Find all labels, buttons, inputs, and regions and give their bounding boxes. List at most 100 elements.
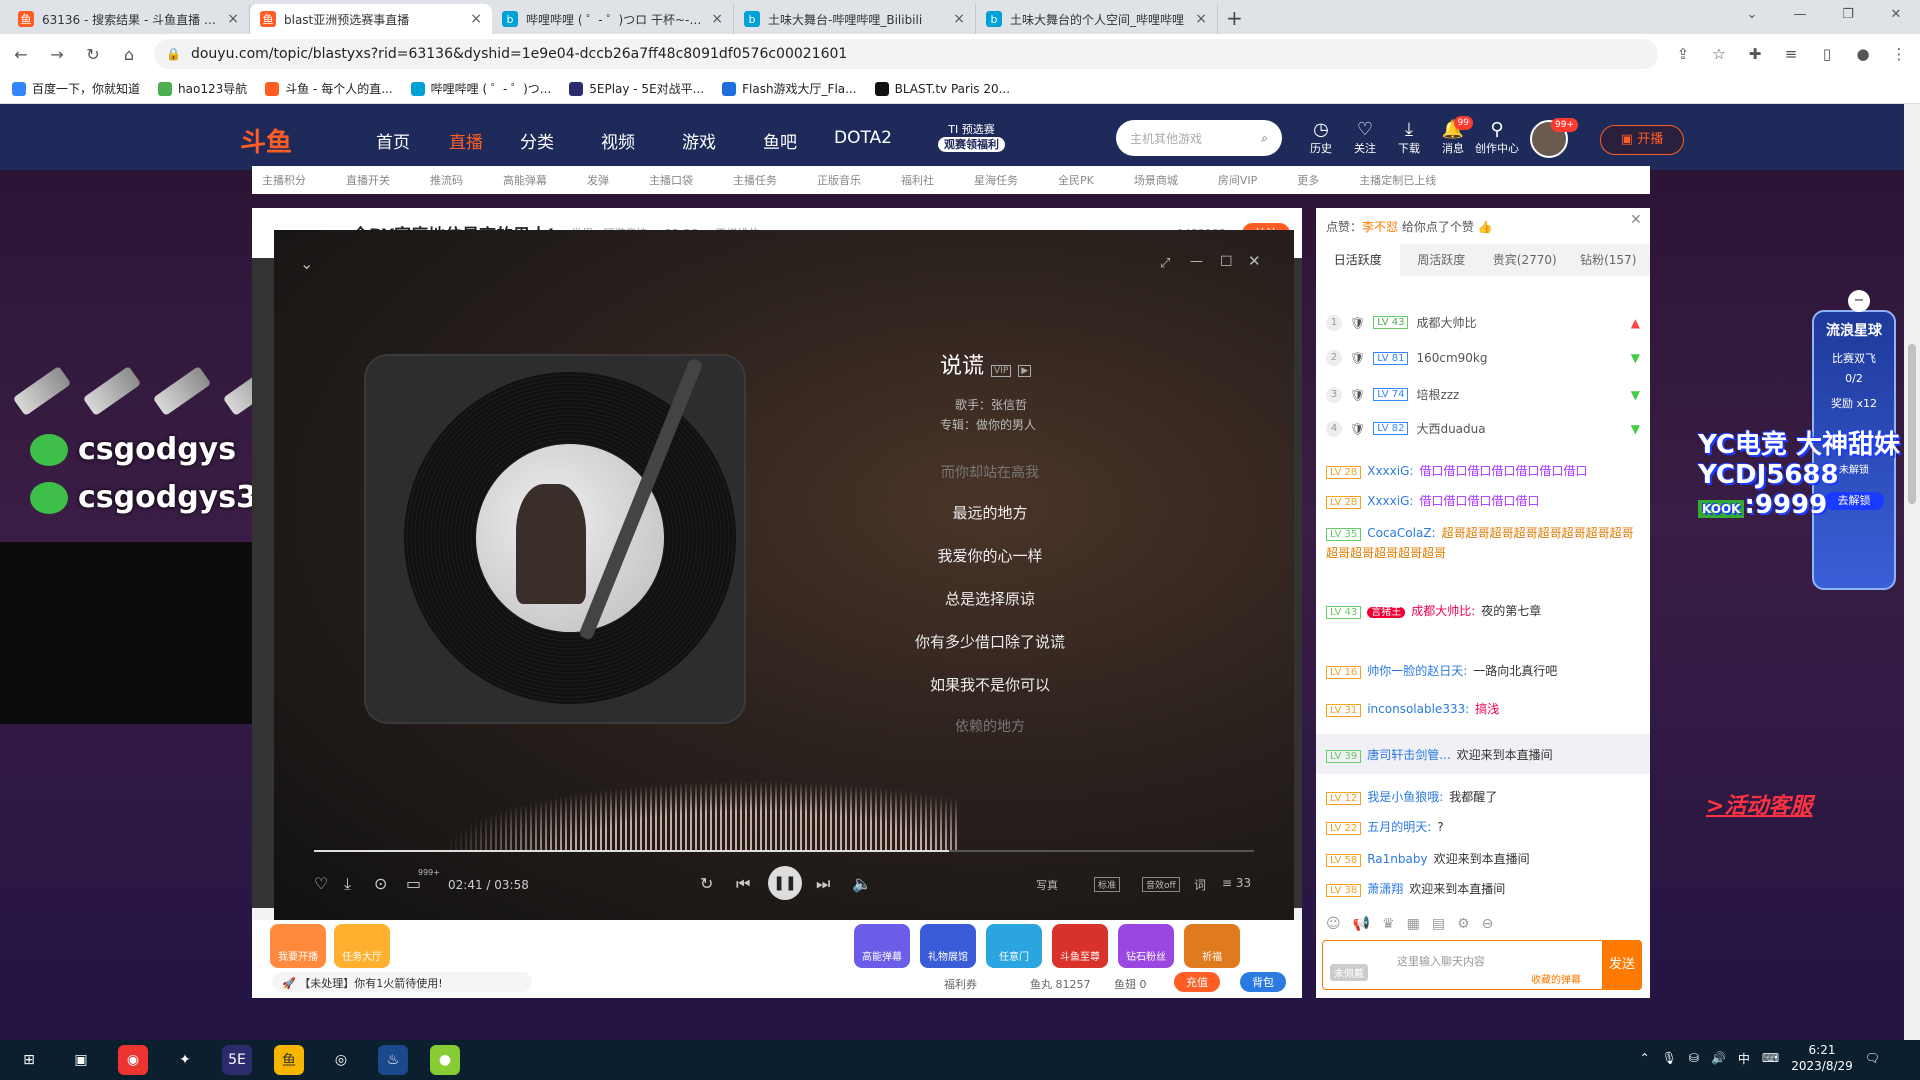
media-icon[interactable]: ≡ — [1780, 45, 1802, 63]
pause-button[interactable]: ❚❚ — [768, 866, 802, 900]
playlist-button[interactable]: ≡ 33 — [1222, 876, 1251, 890]
chat-username[interactable]: 唐司轩击剑管... — [1367, 748, 1450, 762]
sound-effect-toggle[interactable]: 音效off — [1142, 877, 1180, 892]
close-tab-icon[interactable]: × — [953, 11, 965, 27]
like-song-icon[interactable]: ♡ — [314, 874, 328, 893]
nav-games[interactable]: 游戏 — [682, 128, 716, 153]
app-icon[interactable]: ✦ — [170, 1045, 200, 1075]
chat-username[interactable]: CocaColaZ: — [1367, 526, 1435, 540]
tab-diamond-fans[interactable]: 钻粉(157) — [1567, 244, 1651, 276]
follow-button[interactable]: ♡ 关注 — [1343, 120, 1387, 156]
nav-category[interactable]: 分类 — [520, 128, 554, 153]
share-icon[interactable]: ⇪ — [1672, 45, 1694, 63]
forward-icon[interactable]: → — [46, 45, 68, 64]
chat-input[interactable]: 这里输入聊天内容 收藏的弹幕 — [1322, 940, 1642, 990]
anchor-tool[interactable]: 更多 — [1297, 172, 1319, 188]
filter-icon[interactable]: ▦ — [1407, 916, 1420, 932]
extensions-icon[interactable]: ✚ — [1744, 45, 1766, 63]
minimize-player-icon[interactable]: — — [1190, 254, 1203, 269]
gift-item[interactable]: 礼物展馆 — [920, 924, 976, 968]
rank-row[interactable]: 2 🛡 LV 81 160cm90kg ▼ — [1326, 350, 1640, 366]
quality-select[interactable]: 标准 — [1094, 877, 1121, 892]
download-song-icon[interactable]: ⤓ — [344, 874, 351, 894]
fan-icon[interactable]: ♛ — [1382, 916, 1395, 932]
anchor-tool[interactable]: 主播口袋 — [649, 172, 693, 188]
new-tab-button[interactable]: + — [1226, 4, 1243, 34]
recharge-button[interactable]: 充值 — [1174, 972, 1220, 992]
anchor-tool[interactable]: 正版音乐 — [817, 172, 861, 188]
next-icon[interactable]: ⏭ — [816, 874, 830, 894]
menu-icon[interactable]: ⋮ — [1888, 45, 1910, 63]
mic-icon[interactable]: 🎙 — [1662, 1051, 1677, 1065]
chrome-icon[interactable]: ◉ — [118, 1045, 148, 1075]
notification-icon[interactable]: 🗨 — [1865, 1051, 1880, 1065]
5e-icon[interactable]: 5E — [222, 1045, 252, 1075]
history-button[interactable]: ◷ 历史 — [1299, 120, 1343, 156]
speaker-icon[interactable]: 📢 — [1353, 916, 1370, 932]
browser-tab-active[interactable]: 鱼 blast亚洲预选赛事直播 × — [250, 4, 492, 34]
page-scrollbar[interactable] — [1904, 104, 1920, 1040]
nav-live[interactable]: 直播 — [449, 128, 483, 153]
tab-daily-activity[interactable]: 日活跃度 — [1316, 244, 1400, 276]
anchor-tool[interactable]: 福利社 — [901, 172, 934, 188]
search-input[interactable]: 主机其他游戏 ⌕ — [1116, 120, 1282, 156]
anchor-tool[interactable]: 推流码 — [430, 172, 463, 188]
photo-toggle[interactable]: 写真 — [1036, 877, 1058, 893]
gift-item[interactable]: 任意门 — [986, 924, 1042, 968]
gift-item[interactable]: 斗鱼至尊 — [1052, 924, 1108, 968]
chat-username[interactable]: 五月的明天: — [1367, 820, 1431, 834]
creator-center-button[interactable]: ⚲ 创作中心 — [1475, 120, 1519, 156]
obs-icon[interactable]: ◎ — [326, 1045, 356, 1075]
backpack-button[interactable]: 背包 — [1240, 972, 1286, 992]
ime-indicator[interactable]: 中 — [1738, 1050, 1750, 1067]
anchor-tool[interactable]: 高能弹幕 — [503, 172, 547, 188]
gift-item[interactable]: 高能弹幕 — [854, 924, 910, 968]
douyu-app-icon[interactable]: 鱼 — [274, 1045, 304, 1075]
bookmark-star-icon[interactable]: ☆ — [1708, 45, 1730, 63]
gift-item[interactable]: 祈福 — [1184, 924, 1240, 968]
tab-vip[interactable]: 贵宾(2770) — [1483, 244, 1567, 276]
nav-fishbar[interactable]: 鱼吧 — [763, 128, 797, 153]
maximize-player-icon[interactable]: ☐ — [1220, 254, 1233, 270]
browser-tab[interactable]: b 土味大舞台的个人空间_哔哩哔哩 × — [976, 4, 1218, 34]
scrollbar-thumb[interactable] — [1908, 344, 1916, 504]
windows-start-icon[interactable]: ⊞ — [14, 1045, 44, 1075]
gift-item[interactable]: 钻石粉丝 — [1118, 924, 1174, 968]
loop-icon[interactable]: ↻ — [700, 874, 713, 893]
clock[interactable]: 6:21 2023/8/29 — [1791, 1042, 1853, 1074]
download-button[interactable]: ⤓ 下载 — [1387, 120, 1431, 156]
browser-tab[interactable]: b 哔哩哔哩 ( ゜- ゜)つロ 干杯~-bili × — [492, 4, 734, 34]
ti-qualifier-banner[interactable]: TI 预选赛 观赛领福利 — [938, 122, 1005, 152]
keyboard-icon[interactable]: ⌨ — [1762, 1051, 1779, 1065]
anchor-tool[interactable]: 发弹 — [587, 172, 609, 188]
chat-username[interactable]: inconsolable333: — [1367, 702, 1469, 716]
clear-icon[interactable]: ⊖ — [1482, 916, 1494, 932]
fullscreen-icon[interactable]: ⤢ — [1160, 256, 1170, 271]
anchor-tool[interactable]: 房间VIP — [1218, 172, 1257, 188]
close-tab-icon[interactable]: × — [470, 11, 482, 27]
anchor-tool[interactable]: 星海任务 — [974, 172, 1018, 188]
emoji-icon[interactable]: ☺ — [1326, 916, 1341, 932]
anchor-tool[interactable]: 直播开关 — [346, 172, 390, 188]
bookmark-item[interactable]: 百度一下，你就知道 — [12, 80, 140, 97]
rank-row[interactable]: 4 🛡 LV 82 大西duadua ▼ — [1326, 420, 1640, 437]
rank-row[interactable]: 1 🛡 LV 43 成都大帅比 ▲ — [1326, 314, 1640, 331]
lyrics-toggle[interactable]: 词 — [1194, 876, 1206, 893]
browser-tab[interactable]: 鱼 63136 - 搜索结果 - 斗鱼直播 - 斗 × — [8, 4, 250, 34]
close-chat-icon[interactable]: ✕ — [1630, 212, 1642, 228]
welfare-link[interactable]: 福利券 — [944, 976, 977, 992]
minimize-icon[interactable]: — — [1776, 0, 1824, 30]
chat-username[interactable]: 我是小鱼狼哦: — [1367, 790, 1443, 804]
app-icon[interactable]: ● — [430, 1045, 460, 1075]
album-label[interactable]: 专辑：做你的男人 — [940, 416, 1036, 433]
more-icon[interactable]: ⊙ — [374, 874, 387, 893]
back-icon[interactable]: ← — [10, 45, 32, 64]
collapse-widget-icon[interactable]: − — [1848, 290, 1870, 312]
anchor-tool[interactable]: 主播积分 — [262, 172, 306, 188]
chat-username[interactable]: XxxxiG: — [1367, 494, 1413, 508]
chat-username[interactable]: 萧潇翔 — [1367, 882, 1403, 896]
bookmark-item[interactable]: BLAST.tv Paris 20... — [874, 81, 1010, 96]
bookmark-item[interactable]: 5EPlay - 5E对战平... — [569, 80, 704, 97]
close-tab-icon[interactable]: × — [1195, 11, 1207, 27]
rank-row[interactable]: 3 🛡 LV 74 培根zzz ▼ — [1326, 386, 1640, 403]
